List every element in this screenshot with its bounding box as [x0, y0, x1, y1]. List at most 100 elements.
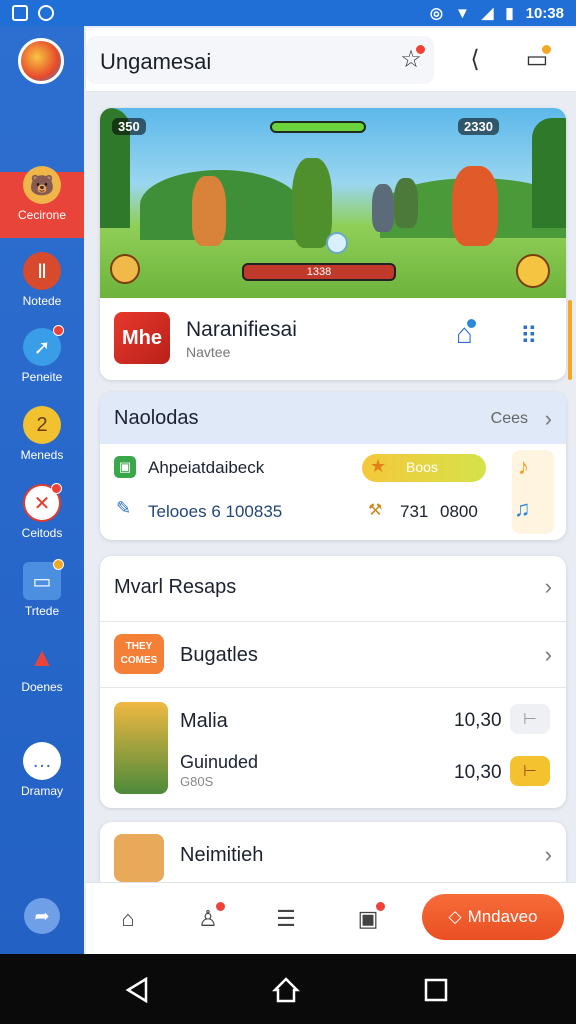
hammer-icon: ⚒: [368, 502, 383, 519]
badge-label: Boos: [406, 459, 438, 475]
primary-action-button[interactable]: ◇ Mndaveo: [422, 894, 564, 940]
sidebar-item-cecirone[interactable]: 🐻 Cecirone: [0, 166, 84, 238]
bear-icon: 🐻: [23, 166, 61, 204]
chevron-right-icon: ›: [544, 406, 552, 431]
level-progress-bar: 1338: [242, 263, 396, 281]
list-item-label: Neimitieh: [180, 844, 264, 866]
app-notification-icon: [38, 5, 54, 21]
list-item-caption: G80S: [180, 774, 214, 789]
app-header: Ungamesai ☆ ⟨ ▭: [86, 28, 576, 92]
character-opponent: [452, 166, 498, 246]
sidebar-item-doenes[interactable]: ▲ Doenes: [0, 638, 84, 695]
notifications-button[interactable]: ▭: [520, 42, 554, 76]
list-header-title: Mvarl Resaps: [114, 576, 237, 598]
sidebar-item-ceitods[interactable]: ✕ Ceitods: [0, 483, 84, 540]
profile-button[interactable]: ♙: [192, 901, 226, 935]
user-icon: ♙: [198, 906, 218, 931]
list-header-row[interactable]: Mvarl Resaps ›: [100, 556, 566, 622]
status-bar: ◎ ▼ ◢ ▮ 10:38: [0, 0, 576, 26]
sidebar-item-notede[interactable]: Ⅱ Notede: [0, 252, 84, 308]
folder-icon: ▭: [23, 559, 64, 600]
sidebar-item-label: Cecirone: [17, 208, 67, 222]
character-minion: [372, 184, 394, 232]
section-header[interactable]: Naolodas Cees ›: [100, 392, 566, 444]
title-bar: Ungamesai: [86, 36, 434, 84]
horn-icon[interactable]: ♪: [518, 454, 529, 480]
coin-icon: 2: [23, 406, 61, 444]
sidebar-item-label: Doenes: [21, 680, 63, 694]
character-fox: [192, 176, 226, 246]
coin-score: 2330: [458, 118, 499, 135]
share-button[interactable]: ➦: [24, 898, 60, 934]
tasks-button[interactable]: ☰: [270, 903, 302, 935]
item-price-secondary: 10,30: [454, 762, 502, 783]
share-header-button[interactable]: ⟨: [458, 42, 492, 76]
more-options-icon[interactable]: ⠿: [520, 322, 539, 351]
chevron-right-icon: ›: [544, 842, 552, 867]
sidebar-item-label: Trtede: [24, 604, 60, 618]
buy-button-disabled[interactable]: ⊢: [510, 704, 550, 734]
sidebar-item-meneds[interactable]: 2 Meneds: [0, 406, 84, 462]
gate-icon: Ⅱ: [23, 252, 61, 290]
signal-icon: ◢: [481, 5, 494, 22]
section-more-link[interactable]: Cees: [491, 410, 528, 428]
sidebar: 🐻 Cecirone Ⅱ Notede ➚ Peneite 2 Meneds ✕…: [0, 26, 84, 954]
media-button[interactable]: ▣: [352, 901, 386, 935]
sidebar-item-dramay[interactable]: … Dramay: [0, 742, 84, 798]
app-logo[interactable]: [18, 38, 64, 84]
back-icon[interactable]: [124, 976, 152, 1004]
image-icon: [12, 5, 28, 21]
featured-game-card[interactable]: 350 2330 1338 Mhe Naranifiesai Navtee ⌂ …: [100, 108, 566, 380]
tag-icon: ◇: [448, 907, 462, 926]
wifi-icon: ▼: [454, 4, 470, 22]
sidebar-item-peneite[interactable]: ➚ Peneite: [0, 325, 84, 384]
bottom-toolbar: ⌂ ♙ ☰ ▣ ◇ Mndaveo: [86, 882, 576, 954]
home-icon[interactable]: ⌂: [456, 318, 477, 350]
recents-icon[interactable]: [422, 976, 450, 1004]
row2-label: Telooes 6 100835: [148, 502, 283, 521]
game-subtitle: Navtee: [186, 344, 231, 360]
sidebar-item-label: Dramay: [20, 784, 63, 798]
row2-value-b: 0800: [440, 502, 478, 521]
clipboard-icon: ☰: [276, 906, 296, 931]
game-app-icon: Mhe: [114, 312, 170, 364]
row1-label: Ahpeiatdaibeck: [148, 458, 265, 477]
character-hero: [292, 158, 332, 248]
favorite-button[interactable]: ☆: [394, 42, 428, 76]
sidebar-item-trtede[interactable]: ▭ Trtede: [0, 559, 84, 618]
app-title: Ungamesai: [100, 49, 212, 74]
player-score: 350: [112, 118, 146, 135]
battery-icon: ▮: [505, 5, 514, 22]
music-icon[interactable]: ♫: [514, 496, 531, 522]
home-icon: ⌂: [121, 906, 135, 931]
list-item-label: Bugatles: [180, 644, 258, 666]
game-title: Naranifiesai: [186, 318, 297, 341]
list-item-malia[interactable]: Malia 10,30 ⊢ Guinuded G80S 10,30 ⊢: [100, 688, 566, 808]
list-item-bugatles[interactable]: THEY COMES Bugatles ›: [100, 622, 566, 688]
list-item-subtitle: Guinuded: [180, 752, 259, 772]
star-icon: ★: [370, 456, 387, 476]
home-nav-icon[interactable]: [272, 976, 300, 1004]
scrollbar[interactable]: [568, 300, 572, 380]
game-thumbnail: THEY COMES: [114, 634, 164, 674]
game-banner: 350 2330 1338: [100, 108, 566, 298]
chevron-right-icon: ›: [544, 574, 552, 599]
featured-game-info: Mhe Naranifiesai Navtee ⌂ ⠿: [100, 298, 566, 380]
character-goblin: [394, 178, 418, 228]
share-icon: ⟨: [470, 45, 480, 73]
chevron-right-icon: ›: [544, 642, 552, 667]
alarm-icon: ◎: [429, 5, 443, 22]
section-card: Naolodas Cees › ▣ Ahpeiatdaibeck ★ Boos …: [100, 392, 566, 540]
boost-badge[interactable]: ★ Boos: [362, 454, 486, 482]
sidebar-item-label: Ceitods: [21, 526, 63, 540]
system-navigation-bar: [0, 954, 576, 1024]
health-bar: [270, 121, 366, 133]
game-thumbnail: [114, 702, 168, 794]
arrow-icon: ➚: [23, 325, 64, 366]
list-item-title: Malia: [180, 710, 228, 732]
home-button[interactable]: ⌂: [112, 903, 144, 935]
row2-value-a: 731: [400, 502, 429, 521]
clock: 10:38: [525, 4, 564, 22]
buy-button[interactable]: ⊢: [510, 756, 550, 786]
item-price: 10,30: [454, 710, 502, 731]
